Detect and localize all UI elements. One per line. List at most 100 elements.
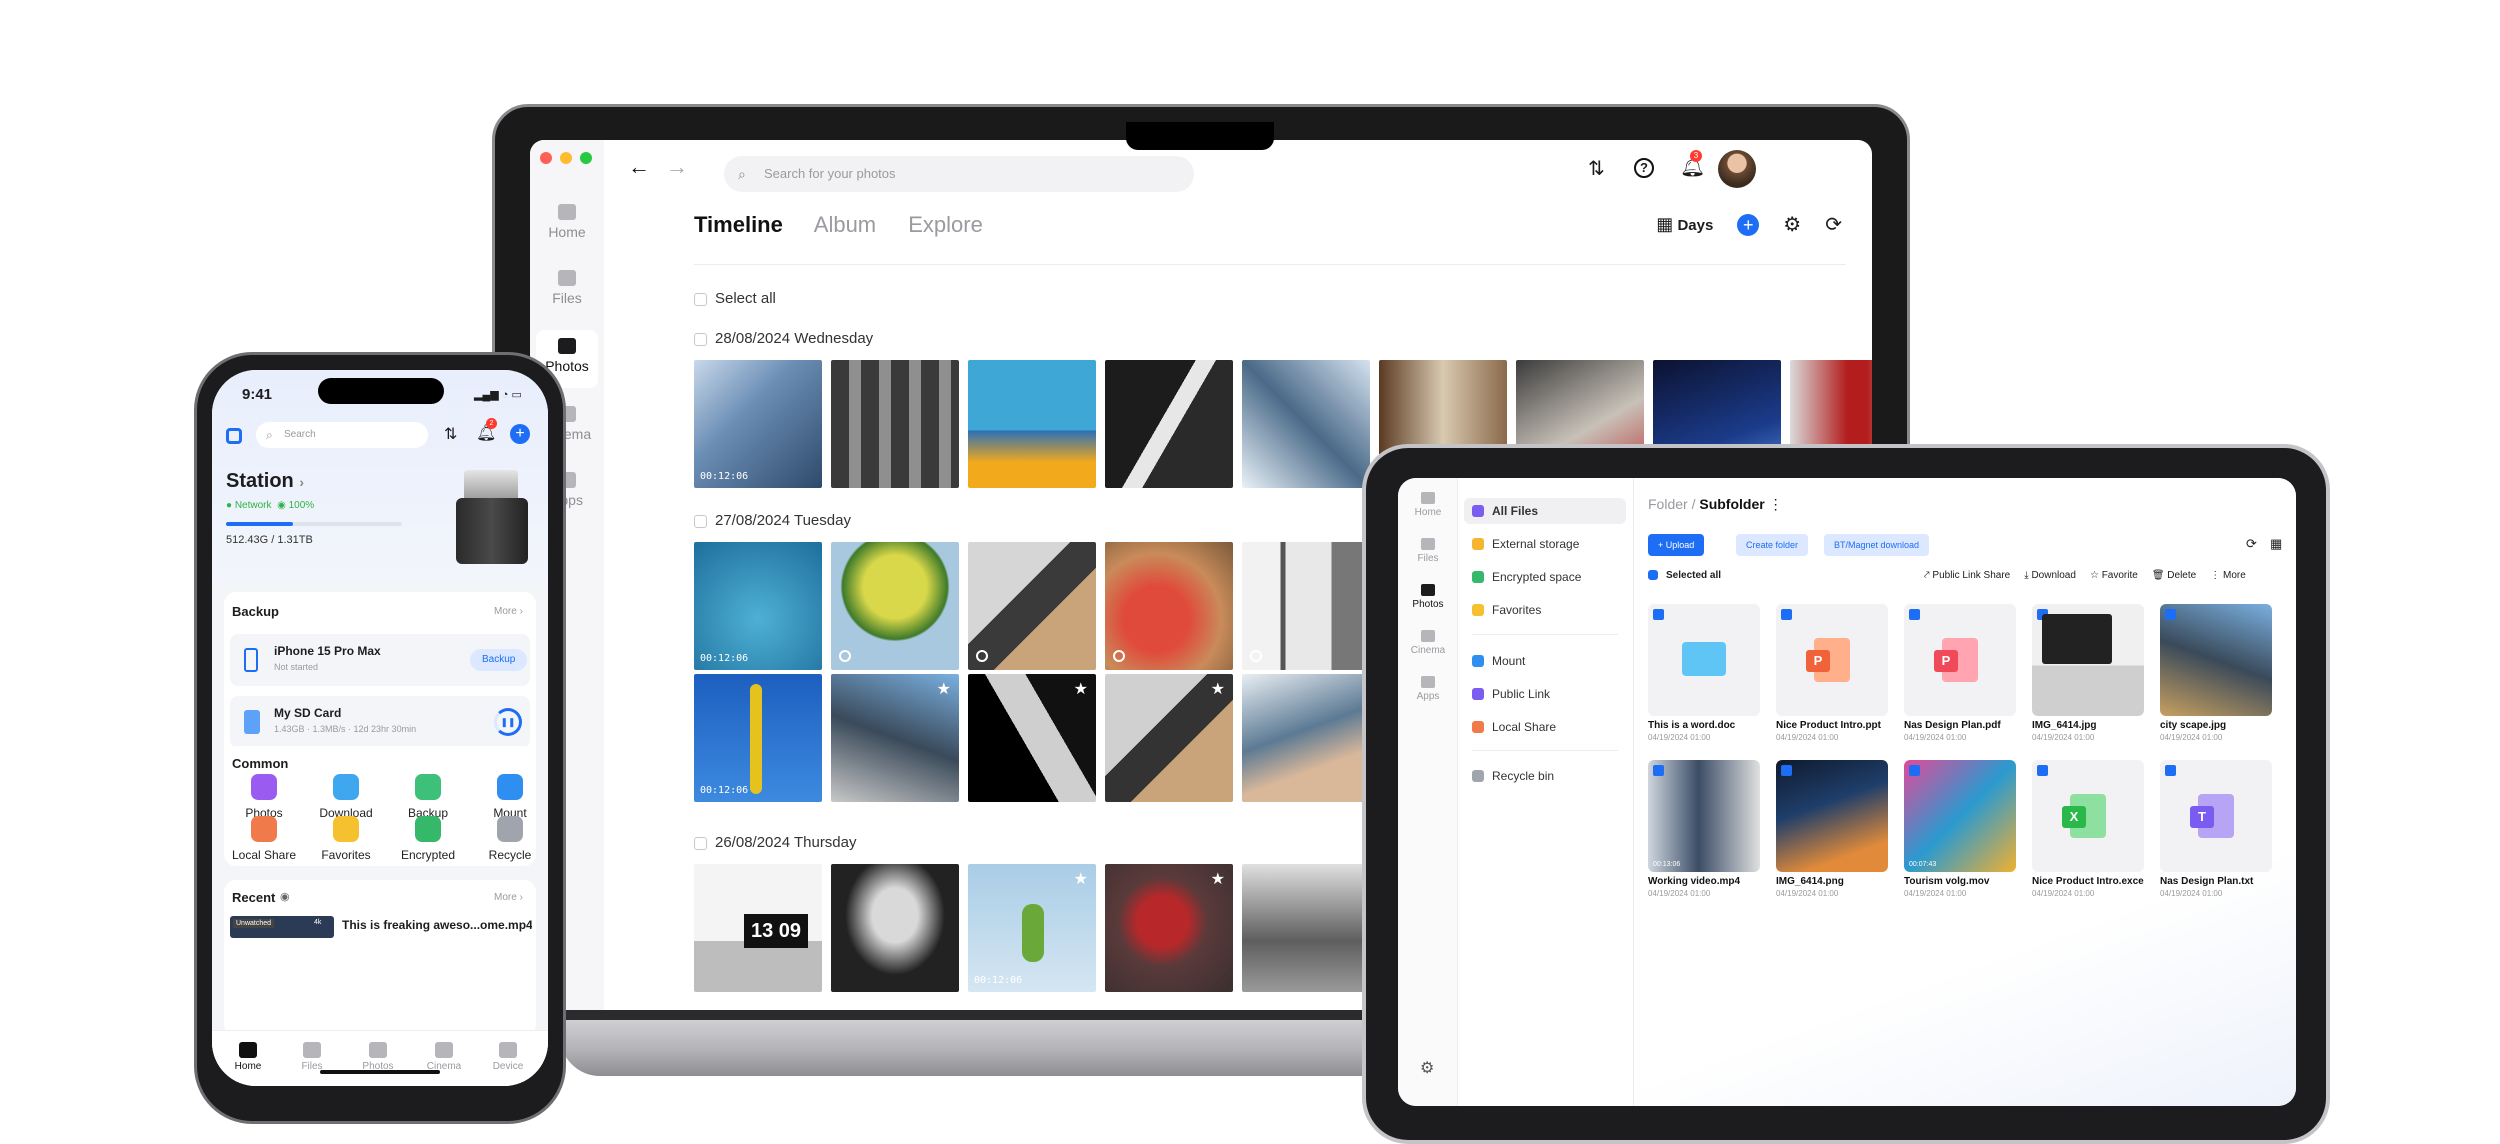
- photo-thumbnail[interactable]: 00:12:06 ★: [968, 864, 1096, 992]
- star-icon[interactable]: ★: [1074, 679, 1088, 699]
- minimize-window-button[interactable]: [560, 152, 572, 164]
- tab-files[interactable]: Files: [280, 1042, 344, 1072]
- backup-button[interactable]: Backup: [470, 649, 528, 671]
- recent-file-name[interactable]: This is freaking aweso...ome.mp4: [342, 918, 532, 932]
- photo-thumbnail[interactable]: 13 09: [694, 864, 822, 992]
- forward-arrow-icon[interactable]: →: [666, 154, 688, 180]
- common-item-mount[interactable]: Mount: [474, 774, 546, 820]
- nav-recycle-bin[interactable]: Recycle bin: [1464, 763, 1626, 789]
- photo-thumbnail[interactable]: [1242, 360, 1370, 488]
- photo-thumbnail[interactable]: ★: [1105, 864, 1233, 992]
- star-icon[interactable]: ★: [937, 679, 951, 699]
- file-item[interactable]: city scape.jpg 04/19/2024 01:00: [2160, 604, 2272, 742]
- public-link-share-button[interactable]: ⤤ Public Link Share: [1924, 570, 2010, 581]
- sd-card-row[interactable]: My SD Card 1.43GB · 1.3MB/s · 12d 23hr 3…: [230, 696, 530, 748]
- sidebar-item-home[interactable]: Home: [536, 198, 598, 252]
- file-item[interactable]: T Nas Design Plan.txt 04/19/2024 01:00: [2160, 760, 2272, 898]
- common-item-backup[interactable]: Backup: [392, 774, 464, 820]
- search-input[interactable]: ⌕ Search for your photos: [724, 156, 1194, 192]
- rail-item-apps[interactable]: Apps: [1398, 676, 1458, 702]
- nav-mount[interactable]: Mount: [1464, 648, 1626, 674]
- maximize-window-button[interactable]: [580, 152, 592, 164]
- refresh-icon[interactable]: ⟳: [2246, 536, 2257, 552]
- backup-more-link[interactable]: More ›: [494, 606, 523, 617]
- select-all-checkbox[interactable]: Select all: [694, 290, 776, 307]
- days-selector[interactable]: ▦ Days: [1656, 214, 1713, 235]
- common-item-local-share[interactable]: Local Share: [228, 816, 300, 862]
- photo-thumbnail[interactable]: [1242, 542, 1370, 670]
- recent-more-link[interactable]: More ›: [494, 892, 523, 903]
- photo-thumbnail[interactable]: [968, 542, 1096, 670]
- add-button[interactable]: +: [1737, 213, 1760, 236]
- breadcrumb-root[interactable]: Folder: [1648, 496, 1688, 512]
- tab-album[interactable]: Album: [814, 212, 876, 237]
- pause-icon[interactable]: ❚❚: [494, 708, 522, 736]
- tab-photos[interactable]: Photos: [346, 1042, 410, 1072]
- file-item[interactable]: P Nice Product Intro.ppt 04/19/2024 01:00: [1776, 604, 1888, 742]
- recent-thumbnail[interactable]: Unwatched 4k: [230, 916, 334, 938]
- star-icon[interactable]: ★: [1074, 869, 1088, 889]
- upload-button[interactable]: + Upload: [1648, 534, 1705, 556]
- avatar[interactable]: [1718, 150, 1756, 188]
- station-title[interactable]: Station ›: [226, 470, 304, 493]
- photo-thumbnail[interactable]: ★: [1105, 674, 1233, 802]
- photo-thumbnail[interactable]: [1105, 360, 1233, 488]
- rail-item-home[interactable]: Home: [1398, 492, 1458, 518]
- gear-icon[interactable]: ⚙: [1420, 1058, 1434, 1078]
- add-button[interactable]: +: [510, 424, 530, 444]
- download-button[interactable]: ⤓ Download: [2024, 570, 2076, 581]
- nav-external-storage[interactable]: External storage: [1464, 531, 1626, 557]
- eye-icon[interactable]: ◉: [280, 890, 290, 903]
- sidebar-item-files[interactable]: Files: [536, 264, 598, 318]
- bt-download-button[interactable]: BT/Magnet download: [1824, 534, 1930, 556]
- tab-explore[interactable]: Explore: [908, 212, 983, 237]
- photo-thumbnail[interactable]: [968, 360, 1096, 488]
- nav-favorites[interactable]: Favorites: [1464, 597, 1626, 623]
- create-folder-button[interactable]: Create folder: [1736, 534, 1809, 556]
- photo-thumbnail[interactable]: [1242, 674, 1370, 802]
- nav-local-share[interactable]: Local Share: [1464, 714, 1626, 740]
- photo-thumbnail[interactable]: [1242, 864, 1370, 992]
- photo-thumbnail[interactable]: ★: [831, 674, 959, 802]
- tab-cinema[interactable]: Cinema: [412, 1042, 476, 1072]
- date-group-label[interactable]: 28/08/2024 Wednesday: [694, 330, 873, 347]
- close-window-button[interactable]: [540, 152, 552, 164]
- refresh-icon[interactable]: ⟳: [1825, 212, 1842, 237]
- file-item[interactable]: IMG_6414.png 04/19/2024 01:00: [1776, 760, 1888, 898]
- common-item-favorites[interactable]: Favorites: [310, 816, 382, 862]
- rail-item-cinema[interactable]: Cinema: [1398, 630, 1458, 656]
- photo-thumbnail[interactable]: 00:12:06: [694, 542, 822, 670]
- date-group-label[interactable]: 27/08/2024 Tuesday: [694, 512, 851, 529]
- file-item[interactable]: This is a word.doc 04/19/2024 01:00: [1648, 604, 1760, 742]
- common-item-encrypted[interactable]: Encrypted: [392, 816, 464, 862]
- rail-item-photos[interactable]: Photos: [1398, 584, 1458, 610]
- nav-public-link[interactable]: Public Link: [1464, 681, 1626, 707]
- tab-timeline[interactable]: Timeline: [694, 212, 783, 237]
- star-icon[interactable]: ★: [1211, 869, 1225, 889]
- gear-icon[interactable]: ⚙: [1783, 212, 1801, 237]
- rail-item-files[interactable]: Files: [1398, 538, 1458, 564]
- photo-thumbnail[interactable]: [831, 864, 959, 992]
- delete-button[interactable]: 🗑︎ Delete: [2152, 570, 2196, 581]
- transfer-icon[interactable]: ⇅: [1588, 156, 1605, 181]
- more-button[interactable]: ⋮ More: [2210, 570, 2246, 581]
- common-item-download[interactable]: Download: [310, 774, 382, 820]
- backup-device-row[interactable]: iPhone 15 Pro Max Not started Backup: [230, 634, 530, 686]
- photo-thumbnail[interactable]: [831, 360, 959, 488]
- photo-thumbnail[interactable]: [831, 542, 959, 670]
- common-item-photos[interactable]: Photos: [228, 774, 300, 820]
- nav-encrypted-space[interactable]: Encrypted space: [1464, 564, 1626, 590]
- selected-all-checkbox[interactable]: Selected all: [1648, 570, 1721, 581]
- tab-home[interactable]: Home: [216, 1042, 280, 1072]
- file-item[interactable]: IMG_6414.jpg 04/19/2024 01:00: [2032, 604, 2144, 742]
- transfer-icon[interactable]: ⇅: [444, 424, 457, 444]
- favorite-button[interactable]: ☆ Favorite: [2090, 570, 2138, 581]
- star-icon[interactable]: ★: [1211, 679, 1225, 699]
- file-item[interactable]: P Nas Design Plan.pdf 04/19/2024 01:00: [1904, 604, 2016, 742]
- common-item-recycle[interactable]: Recycle: [474, 816, 546, 862]
- file-item[interactable]: 00:07:43 Tourism volg.mov 04/19/2024 01:0…: [1904, 760, 2016, 898]
- file-item[interactable]: 00:13:06 Working video.mp4 04/19/2024 01:…: [1648, 760, 1760, 898]
- nav-all-files[interactable]: All Files: [1464, 498, 1626, 524]
- grid-view-icon[interactable]: ▦: [2270, 536, 2282, 552]
- more-vertical-icon[interactable]: ⋮: [1769, 496, 1783, 512]
